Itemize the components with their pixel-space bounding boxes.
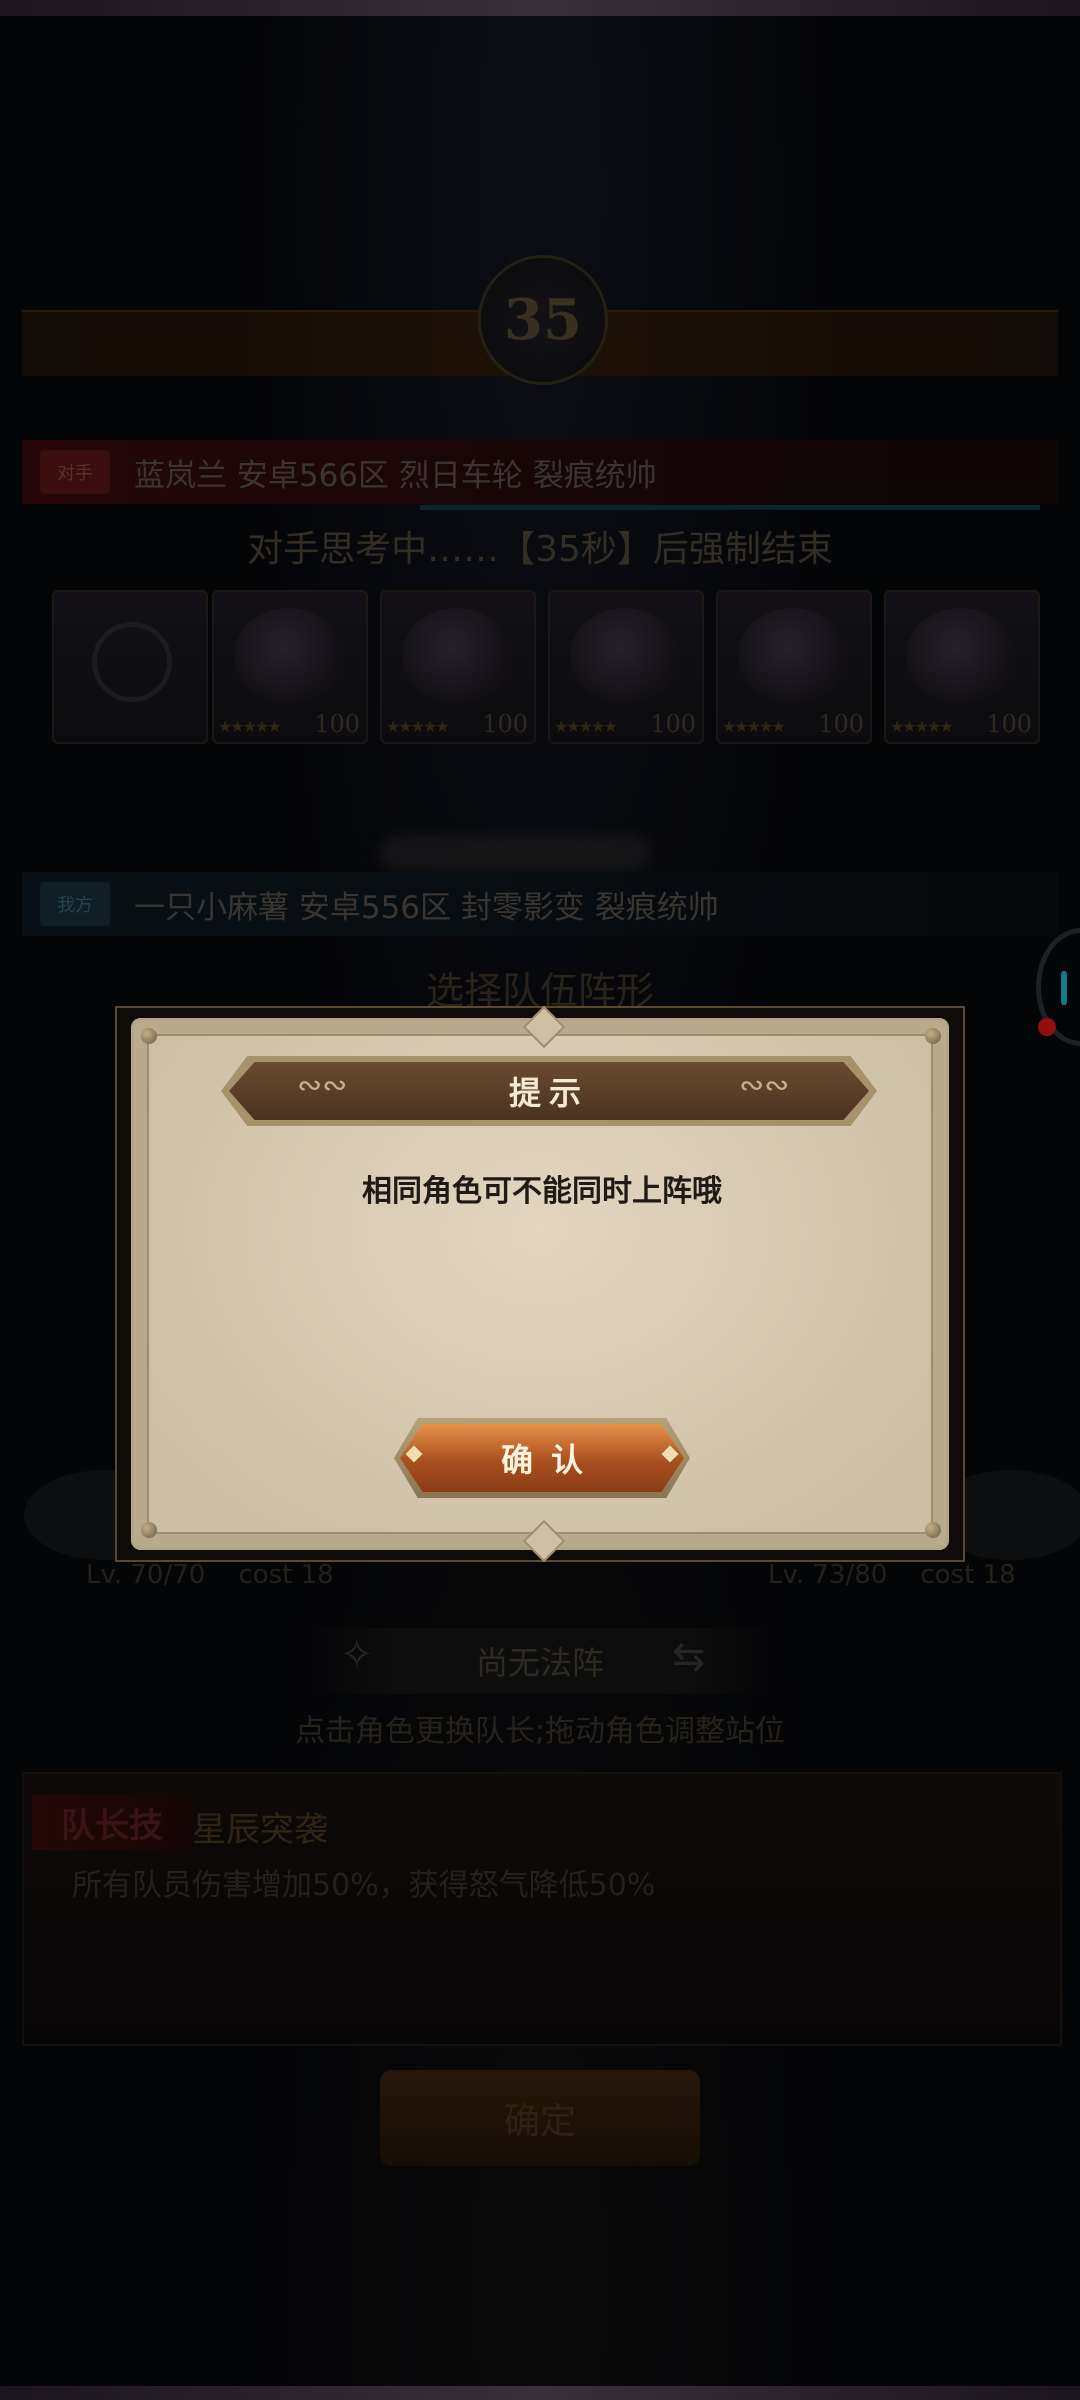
alert-dialog: 提示 ∾∾ ∾∾ 相同角色可不能同时上阵哦 确认 <box>115 1005 965 1563</box>
flourish-left-icon: ∾∾ <box>297 1068 348 1103</box>
dialog-confirm-label: 确认 <box>500 1441 601 1479</box>
corner-rivet-icon <box>141 1028 157 1044</box>
dialog-message: 相同角色可不能同时上阵哦 <box>362 1174 722 1209</box>
corner-rivet-icon <box>925 1028 941 1044</box>
dialog-title: 提示 <box>508 1074 589 1112</box>
flourish-right-icon: ∾∾ <box>739 1068 790 1103</box>
corner-rivet-icon <box>141 1522 157 1538</box>
dialog-confirm-button[interactable]: 确认 <box>400 1424 684 1492</box>
corner-rivet-icon <box>925 1522 941 1538</box>
